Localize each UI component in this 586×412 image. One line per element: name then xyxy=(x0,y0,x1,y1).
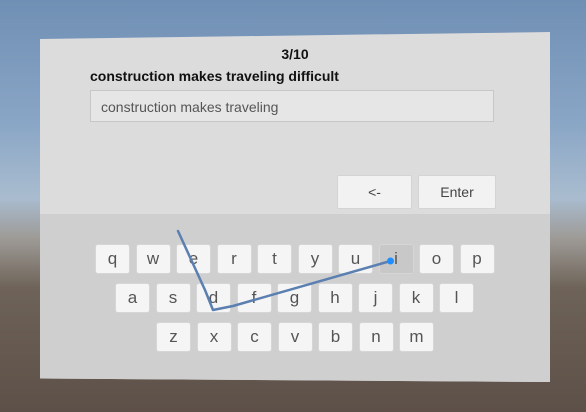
key-e[interactable]: e xyxy=(176,244,211,274)
key-i[interactable]: i xyxy=(378,244,414,274)
key-w[interactable]: w xyxy=(135,244,171,274)
progress-counter: 3/10 xyxy=(281,46,309,62)
key-x[interactable]: x xyxy=(196,322,232,352)
key-h[interactable]: h xyxy=(317,283,353,313)
key-p[interactable]: p xyxy=(459,244,495,274)
key-c[interactable]: c xyxy=(237,322,272,352)
key-m[interactable]: m xyxy=(399,322,434,352)
key-t[interactable]: t xyxy=(257,244,292,274)
key-l[interactable]: l xyxy=(439,283,474,313)
key-n[interactable]: n xyxy=(358,322,394,352)
key-f[interactable]: f xyxy=(236,283,272,313)
text-input-field[interactable]: construction makes traveling xyxy=(90,90,494,122)
key-z[interactable]: z xyxy=(156,322,191,352)
key-j[interactable]: j xyxy=(358,283,393,313)
backspace-button[interactable]: <- xyxy=(337,175,412,209)
target-sentence: construction makes traveling difficult xyxy=(90,68,339,84)
key-v[interactable]: v xyxy=(277,322,313,352)
key-y[interactable]: y xyxy=(297,244,333,274)
key-b[interactable]: b xyxy=(318,322,353,352)
key-a[interactable]: a xyxy=(115,283,150,313)
key-s[interactable]: s xyxy=(155,283,191,313)
key-u[interactable]: u xyxy=(338,244,373,274)
key-o[interactable]: o xyxy=(419,244,454,274)
key-q[interactable]: q xyxy=(95,244,130,274)
key-d[interactable]: d xyxy=(196,283,231,313)
enter-button[interactable]: Enter xyxy=(418,175,496,209)
text-entry-panel: 3/10 construction makes traveling diffic… xyxy=(40,32,550,382)
key-k[interactable]: k xyxy=(398,283,434,313)
key-r[interactable]: r xyxy=(216,244,252,274)
key-g[interactable]: g xyxy=(277,283,312,313)
